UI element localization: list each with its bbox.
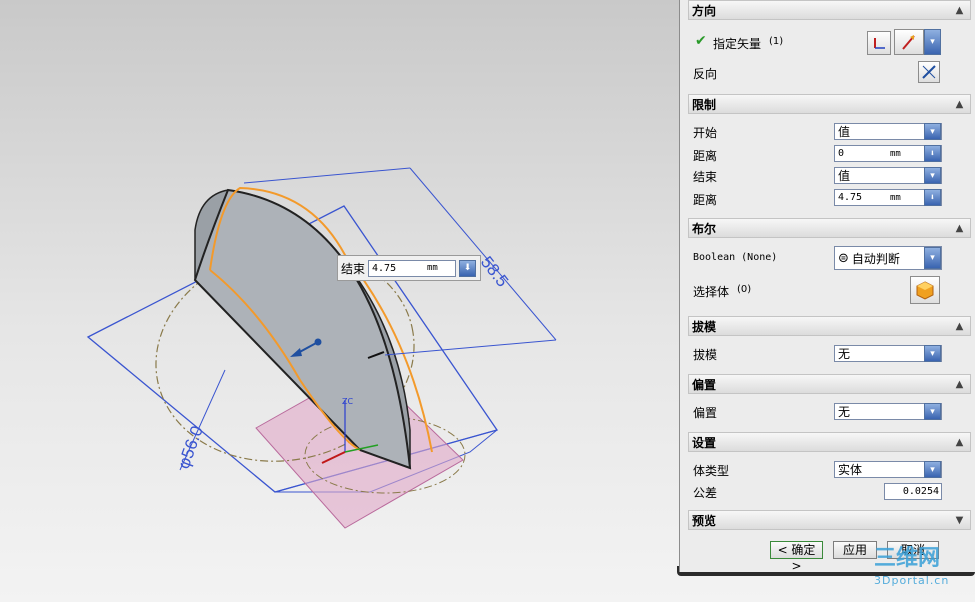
end-select-value: 值: [838, 169, 851, 183]
dynamic-end-input: 结束 4.75 mm ⬇: [337, 255, 481, 281]
site-watermark: 三维网 3Dportal.cn: [874, 548, 949, 592]
draft-select[interactable]: 无 ▾: [834, 345, 942, 362]
chevron-up-icon[interactable]: ▲: [949, 218, 971, 238]
dynamic-end-label: 结束: [341, 261, 366, 276]
solid-body-icon: [916, 281, 934, 300]
end-distance-value: 4.75: [838, 192, 863, 203]
chevron-up-icon[interactable]: ▲: [949, 316, 971, 336]
body-type-value: 实体: [838, 463, 863, 477]
chevron-up-icon[interactable]: ▲: [949, 432, 971, 452]
reverse-direction-button[interactable]: [918, 61, 940, 83]
offset-select[interactable]: 无 ▾: [834, 403, 942, 420]
start-select[interactable]: 值 ▾: [834, 123, 942, 140]
body-type-label: 体类型: [693, 464, 730, 478]
dropdown-arrow-icon[interactable]: ⬇: [459, 259, 477, 277]
dropdown-arrow-icon[interactable]: ▾: [924, 167, 941, 184]
section-draft-header[interactable]: 拔模: [688, 316, 949, 336]
section-limits-header[interactable]: 限制: [688, 94, 949, 114]
watermark-main: 三维网: [874, 546, 941, 571]
end-label: 结束: [693, 170, 718, 184]
ok-button[interactable]: < 确定 >: [770, 541, 823, 573]
offset-select-value: 无: [838, 405, 851, 419]
vector-label: 指定矢量: [713, 37, 762, 51]
tolerance-value: 0.0254: [902, 486, 939, 497]
dropdown-arrow-icon[interactable]: ▾: [924, 247, 941, 269]
dynamic-end-unit: mm: [427, 263, 438, 273]
end-distance-unit: mm: [890, 192, 901, 203]
boolean-select[interactable]: ⊜ 自动判断 ▾: [834, 246, 942, 270]
vector-type-dropdown[interactable]: [894, 29, 924, 55]
dropdown-arrow-icon[interactable]: ▾: [924, 461, 941, 478]
vector-count: (1): [769, 36, 784, 47]
vector-dialog-icon: [874, 38, 885, 49]
section-boolean-header[interactable]: 布尔: [688, 218, 949, 238]
dropdown-arrow-icon[interactable]: ⬇: [924, 145, 941, 162]
dimension-length-text: 58.5: [477, 253, 512, 291]
section-direction-header[interactable]: 方向: [688, 0, 949, 20]
start-select-value: 值: [838, 125, 851, 139]
boolean-label: Boolean (None): [693, 252, 778, 263]
dimension-diameter: φ56.0: [174, 369, 226, 471]
tolerance-label: 公差: [693, 486, 718, 500]
offset-label: 偏置: [693, 406, 718, 420]
select-body-count: (0): [737, 284, 752, 295]
dynamic-end-value: 4.75: [372, 262, 397, 274]
graphics-viewport[interactable]: 58.5 φ56.0 ZC 结束 4.75 mm ⬇: [0, 0, 677, 602]
dimension-diameter-text: φ56.0: [174, 423, 207, 471]
start-distance-unit: mm: [890, 148, 901, 159]
axis-label-zc: ZC: [342, 397, 353, 406]
draft-select-value: 无: [838, 347, 851, 361]
start-distance-value: 0: [838, 148, 845, 159]
extrude-dialog: 方向 ▲ ✔ 指定矢量 (1) ▾ 反向 限制 ▲ 开始 值 ▾ 距离 0 mm…: [679, 0, 975, 573]
start-distance-label: 距离: [693, 149, 718, 163]
dropdown-arrow-icon[interactable]: ⬇: [924, 189, 941, 206]
draft-label: 拔模: [693, 348, 718, 362]
body-type-select[interactable]: 实体 ▾: [834, 461, 942, 478]
dropdown-arrow-icon[interactable]: ▾: [924, 403, 941, 420]
check-icon: ✔: [695, 33, 707, 49]
dynamic-end-field[interactable]: 4.75 mm: [368, 259, 457, 277]
chevron-down-icon[interactable]: ▼: [949, 510, 971, 530]
dropdown-arrow-icon[interactable]: ▾: [924, 345, 941, 362]
boolean-select-value: 自动判断: [851, 251, 900, 266]
chevron-up-icon[interactable]: ▲: [949, 374, 971, 394]
dropdown-arrow-icon[interactable]: ▾: [924, 29, 941, 55]
section-settings-header[interactable]: 设置: [688, 432, 949, 452]
model-drawing: 58.5 φ56.0 ZC: [86, 167, 557, 529]
vector-icon: [902, 35, 915, 50]
tolerance-field[interactable]: 0.0254: [884, 483, 942, 500]
end-distance-field[interactable]: 4.75 mm ⬇: [834, 189, 942, 206]
chevron-up-icon[interactable]: ▲: [949, 94, 971, 114]
section-preview-header[interactable]: 预览: [688, 510, 949, 530]
section-offset-header[interactable]: 偏置: [688, 374, 949, 394]
reverse-icon: [922, 65, 936, 79]
watermark-sub: 3Dportal.cn: [874, 574, 950, 587]
end-select[interactable]: 值 ▾: [834, 167, 942, 184]
dropdown-arrow-icon[interactable]: ▾: [924, 123, 941, 140]
select-body-button[interactable]: [910, 276, 940, 304]
start-label: 开始: [693, 126, 718, 140]
select-body-label: 选择体: [693, 285, 730, 299]
start-distance-field[interactable]: 0 mm ⬇: [834, 145, 942, 162]
apply-button[interactable]: 应用: [833, 541, 877, 559]
boolean-icon: ⊜: [838, 250, 849, 266]
chevron-up-icon[interactable]: ▲: [949, 0, 971, 20]
reverse-label: 反向: [693, 67, 718, 81]
end-distance-label: 距离: [693, 193, 718, 207]
vector-dialog-button[interactable]: [867, 31, 891, 55]
